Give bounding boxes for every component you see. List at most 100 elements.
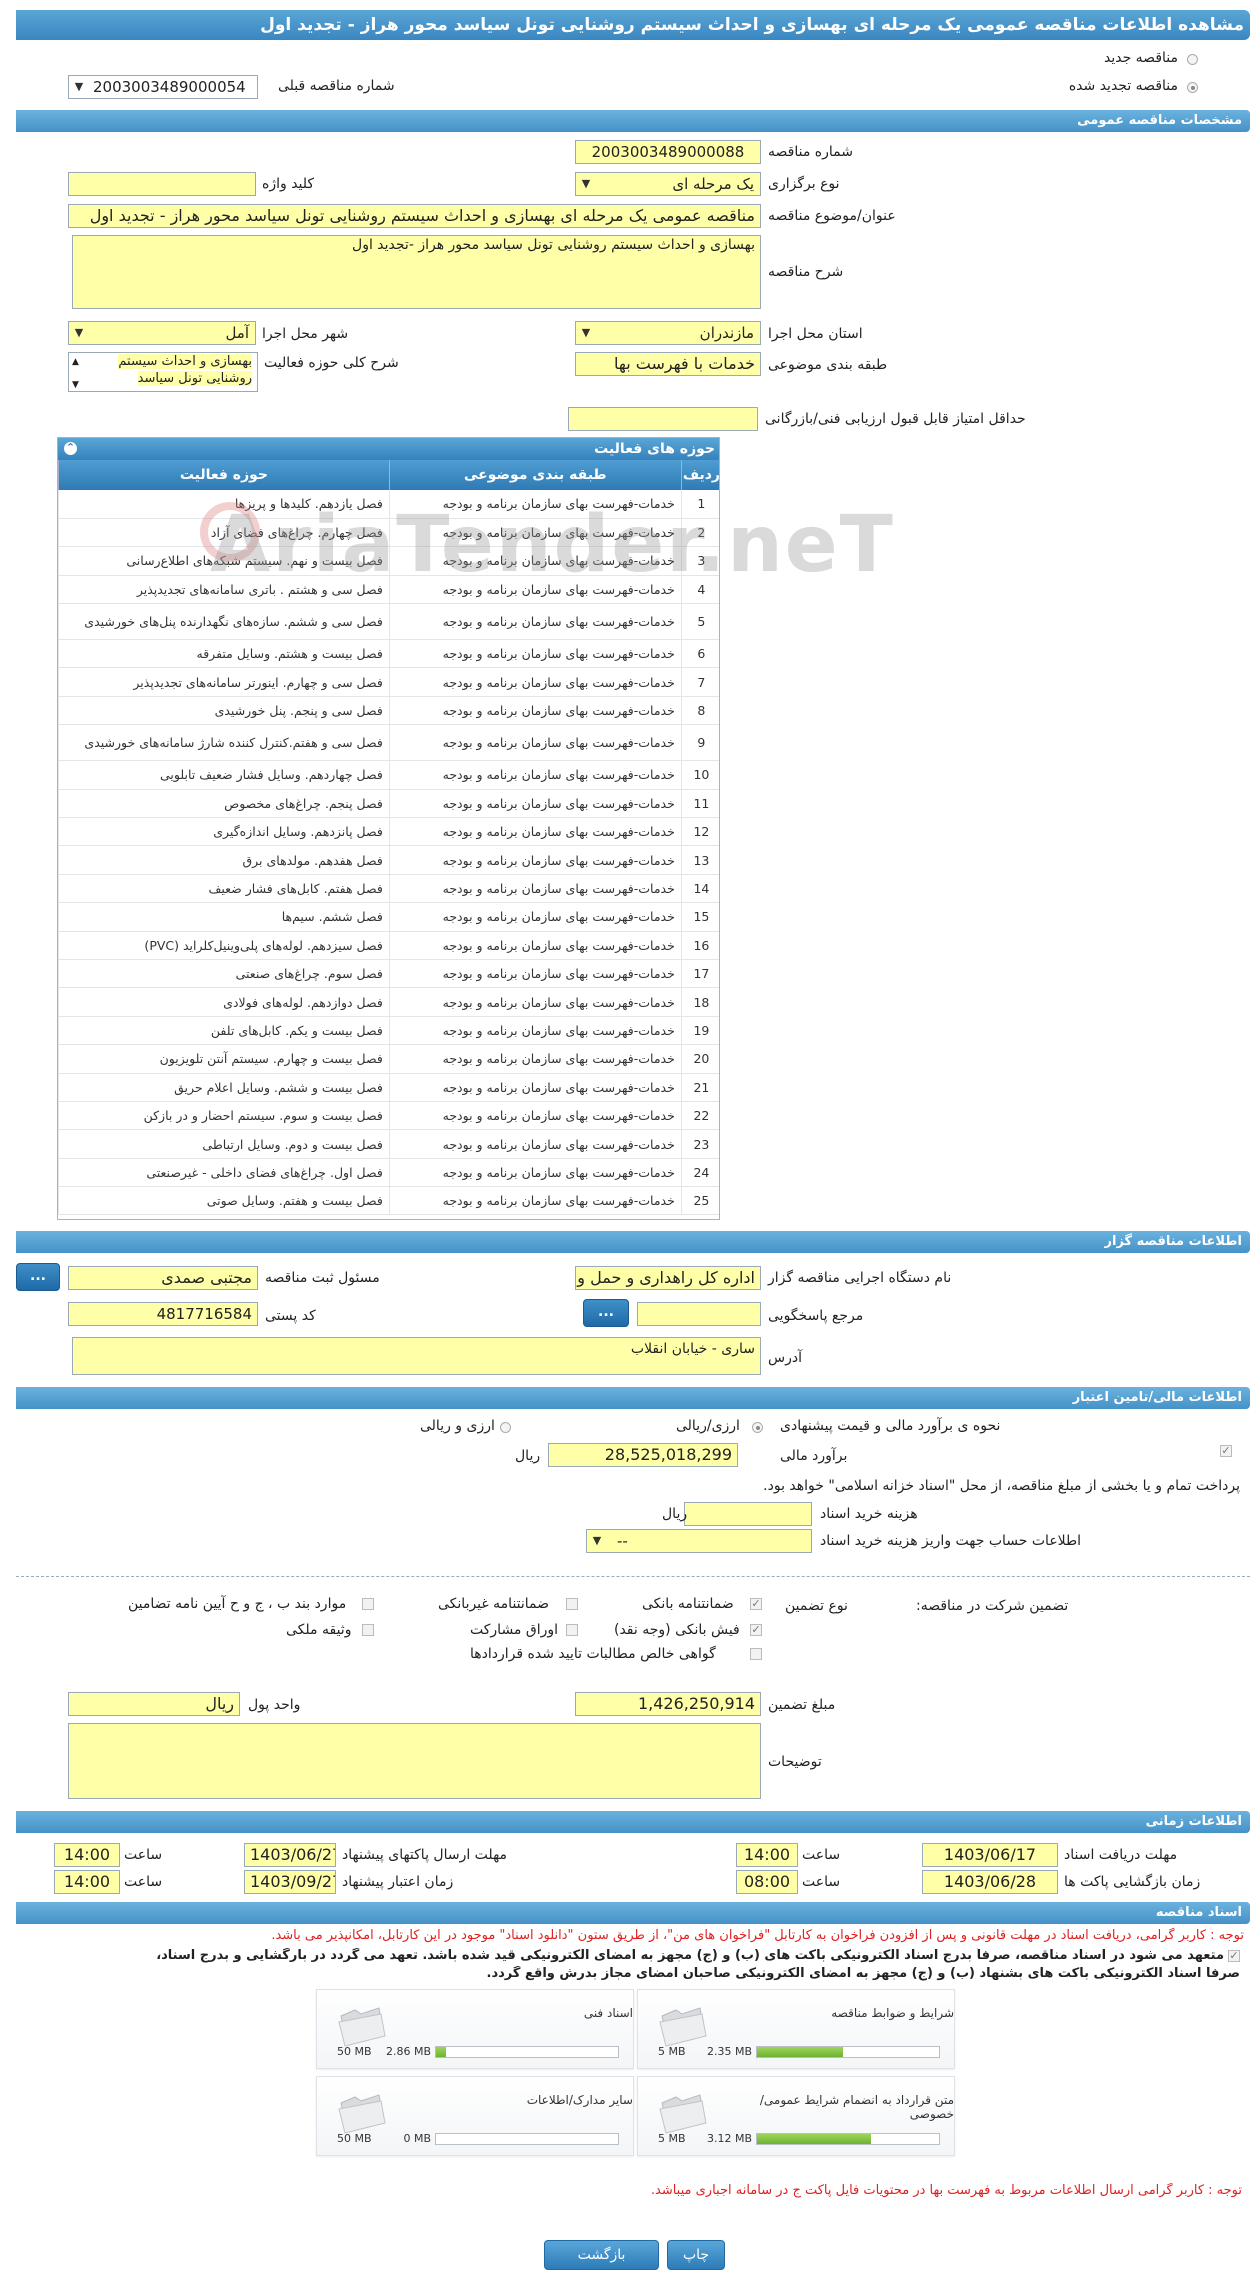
responsible-label: مسئول ثبت مناقصه: [265, 1270, 380, 1286]
treasury-checkbox[interactable]: ✓: [1220, 1445, 1232, 1457]
guarantee-bonds-checkbox[interactable]: [566, 1624, 578, 1636]
activity-desc-list[interactable]: بهسازی و احداث سیستم روشنایی تونل سیاسد …: [68, 352, 258, 392]
validity-label: زمان اعتبار پیشنهاد: [342, 1874, 454, 1890]
document-item[interactable]: اسناد فنی 2.86 MB 50 MB: [316, 1989, 634, 2069]
row-number: 25: [680, 1186, 719, 1216]
row-activity: فصل بیست و هشتم. وسایل متفرقه: [58, 639, 390, 669]
account-select[interactable]: ▼ --: [586, 1529, 812, 1553]
document-item[interactable]: سایر مدارک/اطلاعات 0 MB 50 MB: [316, 2076, 634, 2156]
chevron-down-icon: ▼: [74, 326, 84, 339]
postal-field[interactable]: 4817716584: [68, 1302, 258, 1326]
table-row: 16 خدمات-فهرست بهای سازمان برنامه و بودجه…: [58, 931, 719, 960]
currency-unit-label: واحد پول: [248, 1697, 301, 1713]
row-activity: فصل هفدهم. مولدهای برق: [58, 845, 390, 875]
province-value: مازندران: [699, 324, 754, 342]
description-label: شرح مناقصه: [768, 264, 844, 280]
send-deadline-date[interactable]: 1403/06/27: [244, 1843, 336, 1867]
holding-type-select[interactable]: ▼ یک مرحله ای: [575, 172, 761, 196]
notes-label: توضیحات: [768, 1754, 822, 1770]
table-row: 7 خدمات-فهرست بهای سازمان برنامه و بودجه ف…: [58, 667, 719, 697]
keyword-label: کلید واژه: [262, 176, 315, 192]
send-deadline-time-label: ساعت: [124, 1847, 163, 1863]
table-row: 12 خدمات-فهرست بهای سازمان برنامه و بودجه…: [58, 817, 719, 847]
row-number: 16: [680, 931, 719, 960]
row-number: 18: [680, 987, 719, 1017]
notes-field[interactable]: [68, 1723, 761, 1799]
previous-tender-select[interactable]: ▼ 2003003489000054: [68, 75, 258, 99]
reference-select-button[interactable]: ...: [583, 1299, 629, 1327]
validity-time[interactable]: 14:00: [54, 1870, 120, 1894]
guarantee-amount-field[interactable]: 1,426,250,914: [575, 1692, 761, 1716]
address-field[interactable]: ساری - خیابان انقلاب: [72, 1337, 761, 1375]
print-button[interactable]: چاپ: [667, 2240, 725, 2270]
activity-grid-title: حوزه های فعالیت ⌃: [58, 438, 719, 460]
row-category: خدمات-فهرست بهای سازمان برنامه و بودجه: [388, 1101, 682, 1131]
row-category: خدمات-فهرست بهای سازمان برنامه و بودجه: [388, 724, 682, 762]
guarantee-cheque-checkbox[interactable]: ✓: [750, 1624, 762, 1636]
scroll-up-icon[interactable]: ▲: [72, 354, 79, 371]
previous-tender-value: 2003003489000054: [93, 78, 246, 96]
row-category: خدمات-فهرست بهای سازمان برنامه و بودجه: [388, 1073, 682, 1102]
guarantee-nonbank-label: ضمانتنامه غیربانکی: [438, 1596, 550, 1612]
radio-renewed-tender[interactable]: [1187, 82, 1198, 93]
folder-icon: [659, 2094, 707, 2134]
document-progress-fill: [436, 2047, 446, 2057]
table-row: 25 خدمات-فهرست بهای سازمان برنامه و بودجه…: [58, 1186, 719, 1216]
table-row: 11 خدمات-فهرست بهای سازمان برنامه و بودجه…: [58, 789, 719, 819]
row-number: 15: [680, 902, 719, 932]
back-button[interactable]: بازگشت: [544, 2240, 659, 2270]
receive-deadline-time[interactable]: 14:00: [736, 1843, 798, 1867]
category-field[interactable]: خدمات با فهرست بها: [575, 352, 761, 376]
min-score-label: حداقل امتیاز قابل قبول ارزیابی فنی/بازرگ…: [765, 411, 1026, 427]
guarantee-nonbank-checkbox[interactable]: [566, 1598, 578, 1610]
tender-number-field[interactable]: 2003003489000088: [575, 140, 761, 164]
document-progress-fill: [757, 2134, 871, 2144]
table-row: 13 خدمات-فهرست بهای سازمان برنامه و بودجه…: [58, 845, 719, 875]
reference-field[interactable]: [637, 1302, 761, 1326]
open-date[interactable]: 1403/06/28: [922, 1870, 1058, 1894]
radio-new-tender[interactable]: [1187, 54, 1198, 65]
doc-fee-label: هزینه خرید اسناد: [820, 1506, 918, 1522]
doc-fee-field[interactable]: [684, 1502, 812, 1526]
radio-currency-both[interactable]: [500, 1422, 511, 1433]
document-item[interactable]: شرایط و ضوابط مناقصه 2.35 MB 5 MB: [637, 1989, 955, 2069]
description-field[interactable]: بهسازی و احداث سیستم روشنایی تونل سیاسد …: [72, 235, 761, 309]
city-select[interactable]: ▼ آمل: [68, 321, 256, 345]
row-activity: فصل پانزدهم. وسایل اندازه‌گیری: [58, 817, 390, 847]
estimate-field[interactable]: 28,525,018,299: [548, 1443, 738, 1467]
category-label: طبقه بندی موضوعی: [768, 357, 888, 373]
guarantee-claims-checkbox[interactable]: [750, 1648, 762, 1660]
min-score-field[interactable]: [568, 407, 758, 431]
radio-currency-rial[interactable]: [752, 1422, 763, 1433]
row-activity: فصل هفتم. کابل‌های فشار ضعیف: [58, 874, 390, 904]
currency-unit-field[interactable]: ریال: [68, 1692, 240, 1716]
guarantee-amount-label: مبلغ تضمین: [768, 1697, 836, 1713]
address-label: آدرس: [768, 1350, 802, 1366]
responsible-field[interactable]: مجتبی صمدی: [68, 1266, 258, 1290]
collapse-icon[interactable]: ⌃: [64, 442, 77, 455]
estimate-method-label: نحوه ی برآورد مالی و قیمت پیشنهادی: [780, 1418, 1001, 1434]
table-row: 22 خدمات-فهرست بهای سازمان برنامه و بودجه…: [58, 1101, 719, 1131]
document-item[interactable]: متن قرارداد به انضمام شرایط عمومی/خصوصی 3…: [637, 2076, 955, 2156]
validity-date[interactable]: 1403/09/27: [244, 1870, 336, 1894]
document-name: متن قرارداد به انضمام شرایط عمومی/خصوصی: [759, 2093, 954, 2121]
keyword-field[interactable]: [68, 172, 256, 196]
subject-field[interactable]: مناقصه عمومی یک مرحله ای بهسازی و احداث …: [68, 204, 761, 228]
commit-checkbox[interactable]: ✓: [1228, 1950, 1240, 1962]
receive-deadline-date[interactable]: 1403/06/17: [922, 1843, 1058, 1867]
scroll-down-icon[interactable]: ▼: [72, 377, 79, 391]
send-deadline-time[interactable]: 14:00: [54, 1843, 120, 1867]
table-row: 14 خدمات-فهرست بهای سازمان برنامه و بودجه…: [58, 874, 719, 904]
guarantee-property-checkbox[interactable]: [362, 1624, 374, 1636]
province-select[interactable]: ▼ مازندران: [575, 321, 761, 345]
row-category: خدمات-فهرست بهای سازمان برنامه و بودجه: [388, 874, 682, 904]
guarantee-bank-checkbox[interactable]: ✓: [750, 1598, 762, 1610]
row-category: خدمات-فهرست بهای سازمان برنامه و بودجه: [388, 696, 682, 726]
agency-field[interactable]: اداره کل راهداری و حمل و نقل: [575, 1266, 761, 1290]
province-label: استان محل اجرا: [768, 326, 863, 342]
col-category: طبقه بندی موضوعی: [388, 460, 682, 490]
section-timing: اطلاعات زمانی: [16, 1811, 1250, 1833]
open-time[interactable]: 08:00: [736, 1870, 798, 1894]
guarantee-clause-checkbox[interactable]: [362, 1598, 374, 1610]
responsible-select-button[interactable]: ...: [16, 1263, 60, 1291]
